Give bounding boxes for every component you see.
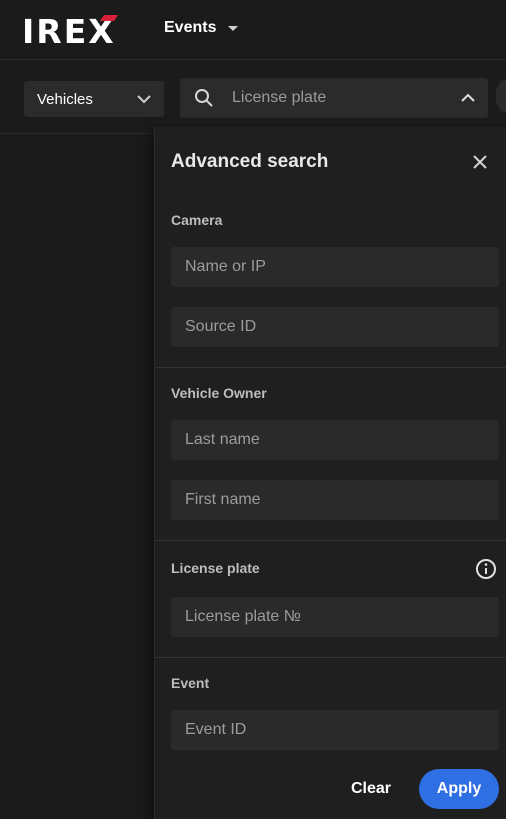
category-select-value: Vehicles bbox=[37, 90, 93, 108]
camera-name-ip-field bbox=[171, 247, 499, 287]
category-select[interactable]: Vehicles bbox=[24, 81, 164, 117]
chevron-down-icon bbox=[137, 95, 151, 104]
search-toolbar: Vehicles bbox=[0, 61, 506, 134]
last-name-input[interactable] bbox=[183, 420, 499, 460]
event-id-input[interactable] bbox=[183, 710, 499, 750]
top-header: IREX Events bbox=[0, 0, 506, 60]
license-plate-section-label: License plate bbox=[171, 560, 260, 576]
chevron-up-icon[interactable] bbox=[460, 93, 476, 103]
info-icon[interactable] bbox=[475, 558, 497, 580]
apply-button[interactable]: Apply bbox=[419, 769, 499, 809]
events-nav-label: Events bbox=[164, 19, 217, 36]
source-id-field bbox=[171, 307, 499, 347]
caret-down-icon bbox=[228, 25, 239, 31]
close-icon bbox=[473, 155, 487, 169]
close-button[interactable] bbox=[469, 151, 491, 173]
vehicle-owner-section-label: Vehicle Owner bbox=[171, 385, 267, 401]
events-nav-menu[interactable]: Events bbox=[164, 19, 239, 37]
camera-name-ip-input[interactable] bbox=[183, 247, 499, 287]
irex-logo[interactable]: IREX bbox=[22, 12, 130, 51]
panel-title: Advanced search bbox=[171, 151, 329, 172]
first-name-input[interactable] bbox=[183, 480, 499, 520]
license-plate-search-box bbox=[180, 78, 488, 118]
clear-button[interactable]: Clear bbox=[335, 769, 407, 809]
last-name-field bbox=[171, 420, 499, 460]
toolbar-pill-button[interactable] bbox=[496, 78, 506, 114]
license-plate-number-field bbox=[171, 597, 499, 637]
section-divider bbox=[155, 657, 506, 658]
section-divider bbox=[155, 540, 506, 541]
search-icon bbox=[195, 89, 213, 107]
first-name-field bbox=[171, 480, 499, 520]
source-id-input[interactable] bbox=[183, 307, 499, 347]
section-divider bbox=[155, 367, 506, 368]
advanced-search-panel: Advanced search Camera Vehicle Owner Lic… bbox=[154, 127, 506, 819]
event-section-label: Event bbox=[171, 675, 210, 691]
license-plate-search-input[interactable] bbox=[230, 88, 460, 108]
license-plate-number-input[interactable] bbox=[183, 597, 499, 637]
event-id-field bbox=[171, 710, 499, 750]
camera-section-label: Camera bbox=[171, 212, 223, 228]
